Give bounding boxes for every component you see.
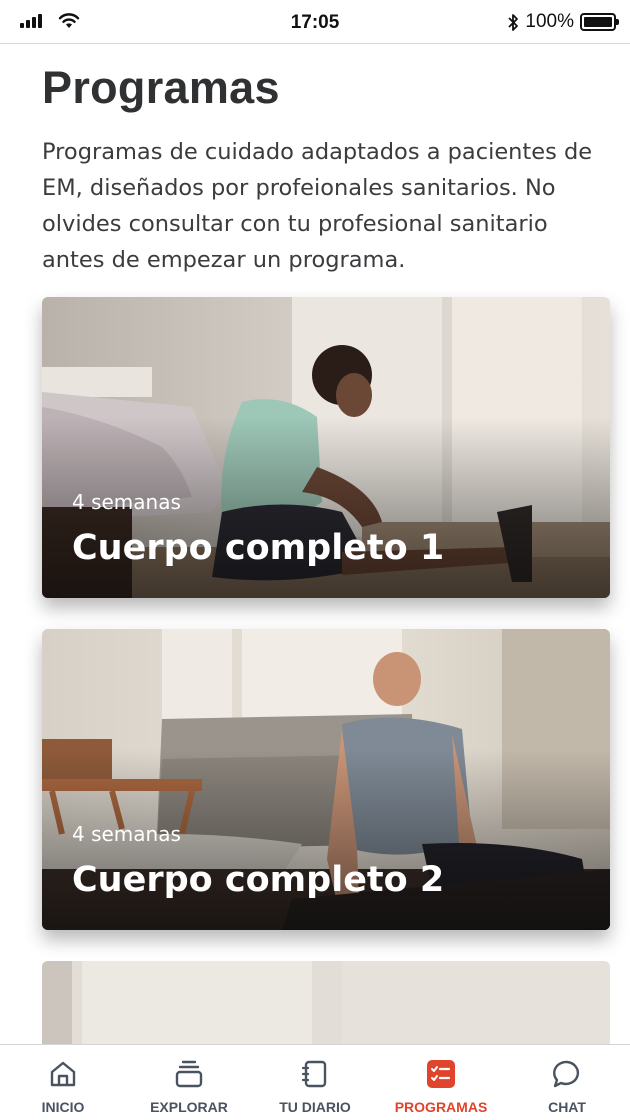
status-bar: 17:05 100% <box>0 0 630 44</box>
chat-bubble-icon <box>550 1057 584 1091</box>
tab-inicio[interactable]: INICIO <box>0 1045 126 1120</box>
program-title: Cuerpo completo 2 <box>72 860 445 900</box>
program-duration: 4 semanas <box>72 822 181 846</box>
home-icon <box>46 1057 80 1091</box>
tab-programas[interactable]: PROGRAMAS <box>378 1045 504 1120</box>
status-right: 100% <box>507 11 619 33</box>
page-intro: Programas de cuidado adaptados a pacient… <box>42 139 593 273</box>
battery-percent: 100% <box>525 11 574 32</box>
tab-label: INICIO <box>41 1099 85 1115</box>
tab-label: CHAT <box>548 1099 586 1115</box>
tab-tu-diario[interactable]: TU DIARIO <box>252 1045 378 1120</box>
program-card-1[interactable]: 4 semanas Cuerpo completo 1 <box>42 297 610 598</box>
tab-label: TU DIARIO <box>279 1099 351 1115</box>
battery-icon <box>580 13 619 31</box>
tab-label: PROGRAMAS <box>394 1099 488 1115</box>
bluetooth-icon <box>508 13 519 31</box>
program-duration: 4 semanas <box>72 490 181 514</box>
notebook-icon <box>298 1057 332 1091</box>
checklist-icon <box>424 1057 458 1091</box>
tab-explorar[interactable]: EXPLORAR <box>126 1045 252 1120</box>
tab-chat[interactable]: CHAT <box>504 1045 630 1120</box>
program-card-2[interactable]: 4 semanas Cuerpo completo 2 <box>42 629 610 930</box>
bottom-tab-bar: INICIO EXPLORAR TU DIARIO PROGRAMAS CHAT <box>0 1044 630 1120</box>
program-title: Cuerpo completo 1 <box>72 528 445 568</box>
tab-label: EXPLORAR <box>150 1099 228 1115</box>
layers-icon <box>172 1057 206 1091</box>
page-title: Programas <box>42 62 280 113</box>
